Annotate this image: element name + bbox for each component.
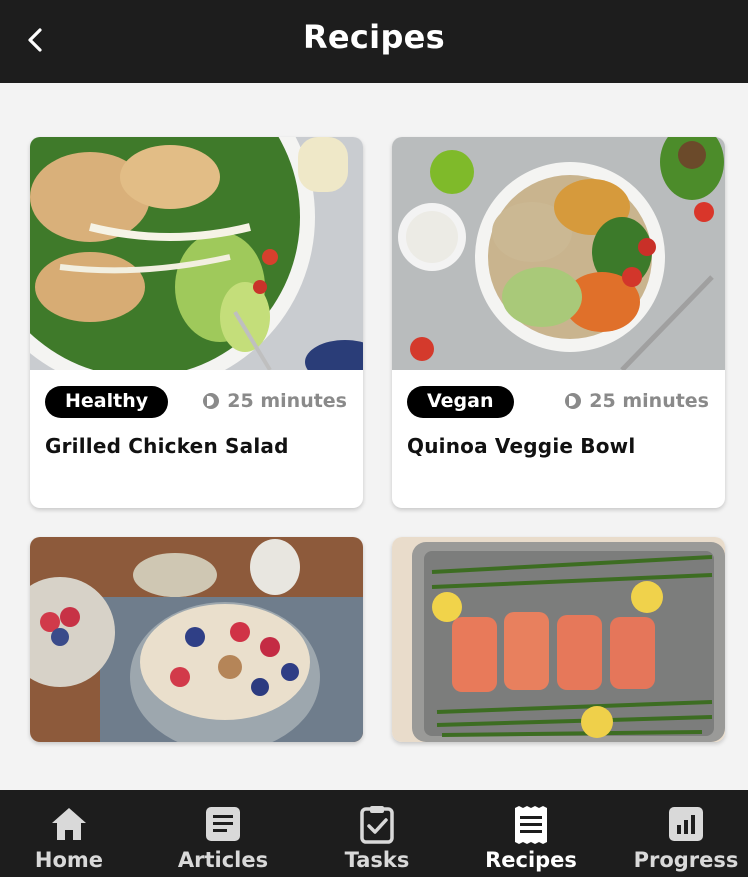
cook-time-label: 25 minutes (227, 390, 347, 412)
bottom-navigation: Home Articles Tasks Recipes Progress (0, 790, 748, 877)
recipe-card[interactable]: Healthy 25 minutes Grilled Chicken Salad (30, 137, 363, 508)
nav-item-home[interactable]: Home (0, 790, 144, 877)
category-badge: Vegan (407, 386, 514, 418)
recipe-image-chicken-salad (30, 137, 363, 370)
recipe-card[interactable] (392, 537, 725, 742)
recipe-image-berry-bowl (30, 537, 363, 742)
recipe-image-quinoa-bowl (392, 137, 725, 370)
nav-label-home: Home (34, 848, 104, 872)
timer-icon (565, 393, 582, 409)
nav-label-progress: Progress (633, 848, 739, 872)
recipe-card[interactable] (30, 537, 363, 742)
nav-label-recipes: Recipes (485, 848, 577, 872)
receipt-icon (515, 806, 547, 844)
nav-item-articles[interactable]: Articles (148, 790, 298, 877)
page-title: Recipes (302, 18, 446, 56)
nav-label-articles: Articles (177, 848, 269, 872)
nav-label-tasks: Tasks (344, 848, 410, 872)
recipe-card-body: Healthy 25 minutes Grilled Chicken Salad (30, 370, 363, 508)
article-icon (206, 807, 240, 841)
recipe-card-body: Vegan 25 minutes Quinoa Veggie Bowl (392, 370, 725, 508)
home-icon (52, 808, 86, 840)
cook-time-label: 25 minutes (589, 390, 709, 412)
task-check-icon (360, 806, 394, 844)
recipe-card[interactable]: Vegan 25 minutes Quinoa Veggie Bowl (392, 137, 725, 508)
chart-icon (669, 807, 703, 841)
nav-item-progress[interactable]: Progress (611, 790, 748, 877)
nav-item-tasks[interactable]: Tasks (302, 790, 452, 877)
app-bar: Recipes (0, 0, 748, 83)
recipe-list: Healthy 25 minutes Grilled Chicken Salad (0, 83, 748, 790)
recipe-title: Grilled Chicken Salad (45, 434, 289, 458)
cook-time: 25 minutes (565, 390, 709, 412)
category-badge: Healthy (45, 386, 169, 418)
nav-item-recipes[interactable]: Recipes (456, 790, 606, 877)
recipe-title: Quinoa Veggie Bowl (407, 434, 636, 458)
recipe-image-salmon-asparagus (392, 537, 725, 742)
cook-time: 25 minutes (203, 390, 347, 412)
timer-icon (203, 393, 220, 409)
